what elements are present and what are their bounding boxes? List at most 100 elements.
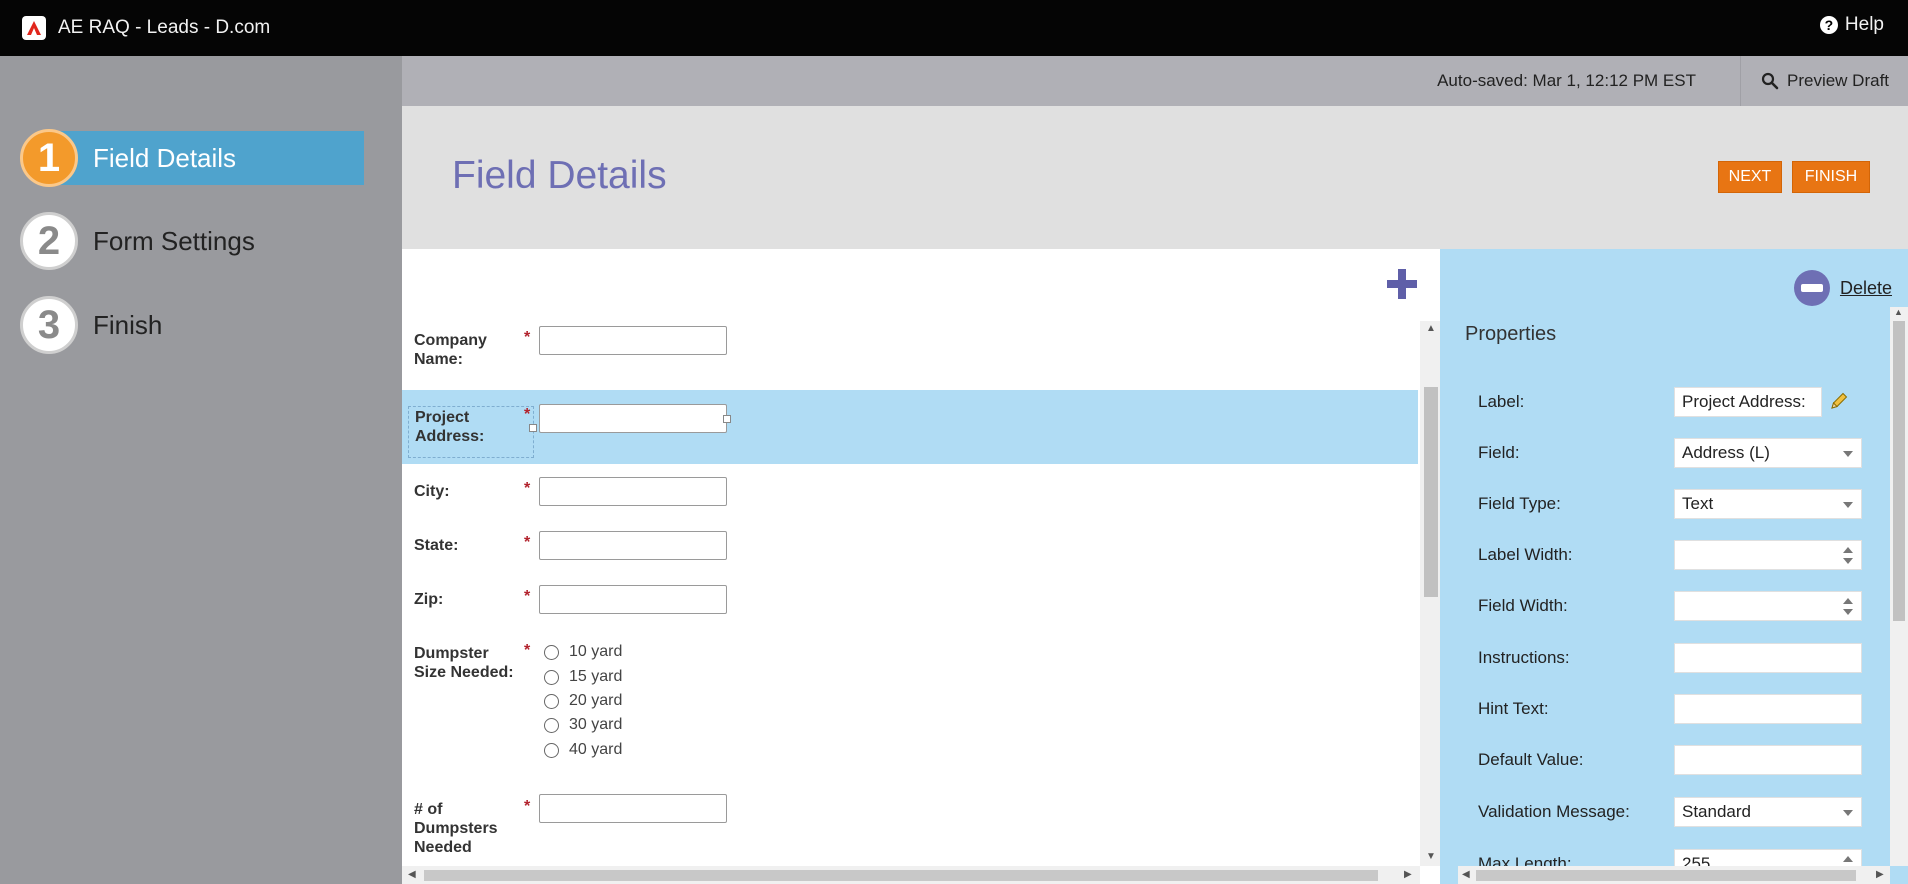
canvas-horizontal-scrollbar[interactable]: ◀ ▶ [402,866,1420,884]
required-mark: * [524,642,531,659]
step-label-finish: Finish [93,309,163,340]
field-label: City: [414,483,450,500]
scrollbar-thumb[interactable] [1893,321,1905,621]
field-label: State: [414,537,459,554]
window-title: AE RAQ - Leads - D.com [58,17,271,38]
property-row-hint-text: Hint Text: [1478,694,1878,724]
default-value-input[interactable] [1674,745,1862,775]
field-label: Company Name: [414,332,487,368]
form-row-zip[interactable]: Zip: * [402,573,1418,627]
radio-option-15-yard[interactable]: 15 yard [544,668,622,686]
step-number-2: 2 [20,212,78,270]
required-mark: * [524,534,531,551]
canvas-vertical-scrollbar[interactable]: ▲ ▼ [1420,321,1442,866]
scroll-up-arrow-icon[interactable]: ▲ [1426,323,1436,334]
chevron-down-icon [1843,810,1853,816]
form-row-state[interactable]: State: * [402,519,1418,573]
project-address-input[interactable] [539,404,727,433]
state-input[interactable] [539,531,727,560]
radio-button[interactable] [544,717,559,733]
wizard-step-finish[interactable]: 3 Finish [0,296,400,354]
scrollbar-thumb[interactable] [1476,870,1856,881]
radio-button[interactable] [544,669,559,685]
step-number-1: 1 [20,129,78,187]
scrollbar-thumb[interactable] [424,870,1378,881]
field-label: Dumpster Size Needed: [414,645,514,681]
preview-draft-label: Preview Draft [1787,71,1890,90]
label-width-stepper[interactable] [1674,540,1862,570]
spinner-arrows-icon[interactable] [1843,598,1853,616]
scroll-left-arrow-icon[interactable]: ◀ [408,869,416,880]
property-label: Field Width: [1478,596,1568,615]
preview-draft-button[interactable]: Preview Draft [1740,56,1908,106]
resize-handle-left[interactable] [529,424,537,432]
wizard-step-form-settings[interactable]: 2 Form Settings [0,212,400,270]
form-row-company-name[interactable]: Company Name: * [402,321,1418,389]
wizard-sidebar: 1 Field Details 2 Form Settings 3 Finish [0,56,402,884]
radio-option-30-yard[interactable]: 30 yard [544,716,622,734]
radio-button[interactable] [544,742,559,758]
instructions-input[interactable] [1674,643,1862,673]
city-input[interactable] [539,477,727,506]
radio-option-10-yard[interactable]: 10 yard [544,643,622,661]
max-length-stepper[interactable]: 255 [1674,849,1862,866]
radio-label: 20 yard [569,692,623,709]
scroll-left-arrow-icon[interactable]: ◀ [1462,869,1470,880]
pencil-icon[interactable] [1828,390,1850,412]
label-text-input[interactable]: Project Address: [1674,387,1822,417]
property-label: Field: [1478,443,1520,462]
scroll-up-arrow-icon[interactable]: ▲ [1894,307,1903,317]
number-of-dumpsters-input[interactable] [539,794,727,823]
hint-text-input[interactable] [1674,694,1862,724]
form-row-dumpster-size[interactable]: Dumpster Size Needed: * 10 yard 15 yard … [402,633,1418,773]
radio-option-20-yard[interactable]: 20 yard [544,692,622,710]
step-label-form-settings: Form Settings [93,225,255,256]
property-label: Default Value: [1478,750,1584,769]
validation-message-select[interactable]: Standard [1674,797,1862,827]
field-select[interactable]: Address (L) [1674,438,1862,468]
property-row-default-value: Default Value: [1478,745,1878,775]
radio-button[interactable] [544,644,559,660]
required-mark: * [524,406,531,423]
next-button[interactable]: NEXT [1718,161,1782,193]
scroll-right-arrow-icon[interactable]: ▶ [1876,869,1884,880]
spinner-arrows-icon[interactable] [1843,856,1853,866]
adobe-logo-icon [22,16,46,40]
form-row-project-address[interactable]: Project Address: * [402,390,1418,464]
wizard-step-field-details[interactable]: 1 Field Details [0,129,400,187]
property-label: Label: [1478,392,1525,411]
finish-button[interactable]: FINISH [1792,161,1870,193]
validation-message-value: Standard [1682,802,1751,821]
form-row-city[interactable]: City: * [402,465,1418,519]
chevron-down-icon [1843,451,1853,457]
search-icon [1761,72,1779,90]
radio-button[interactable] [544,693,559,709]
field-type-select[interactable]: Text [1674,489,1862,519]
property-label: Field Type: [1478,494,1561,513]
radio-label: 30 yard [569,716,623,733]
max-length-value: 255 [1682,854,1711,866]
property-row-field-type: Field Type: Text [1478,489,1878,519]
field-width-stepper[interactable] [1674,591,1862,621]
help-link[interactable]: ? Help [1819,14,1884,36]
scroll-right-arrow-icon[interactable]: ▶ [1404,869,1412,880]
property-label: Validation Message: [1478,802,1630,821]
field-label: Zip: [414,591,444,608]
required-mark: * [524,588,531,605]
company-name-input[interactable] [539,326,727,355]
delete-field-button[interactable]: Delete [1793,270,1892,306]
spinner-arrows-icon[interactable] [1843,547,1853,565]
property-label: Max Length: [1478,854,1572,866]
property-row-field: Field: Address (L) [1478,438,1878,468]
properties-vertical-scrollbar[interactable]: ▲ [1890,307,1908,866]
property-label: Instructions: [1478,648,1570,667]
scrollbar-thumb[interactable] [1424,387,1438,597]
resize-handle-right[interactable] [723,415,731,423]
radio-option-40-yard[interactable]: 40 yard [544,741,622,759]
zip-input[interactable] [539,585,727,614]
properties-horizontal-scrollbar[interactable]: ◀ ▶ [1458,866,1890,884]
scroll-down-arrow-icon[interactable]: ▼ [1426,851,1436,862]
minus-circle-icon [1793,270,1830,306]
form-row-number-of-dumpsters[interactable]: # of Dumpsters Needed * [402,789,1418,865]
add-field-icon[interactable] [1385,267,1419,301]
